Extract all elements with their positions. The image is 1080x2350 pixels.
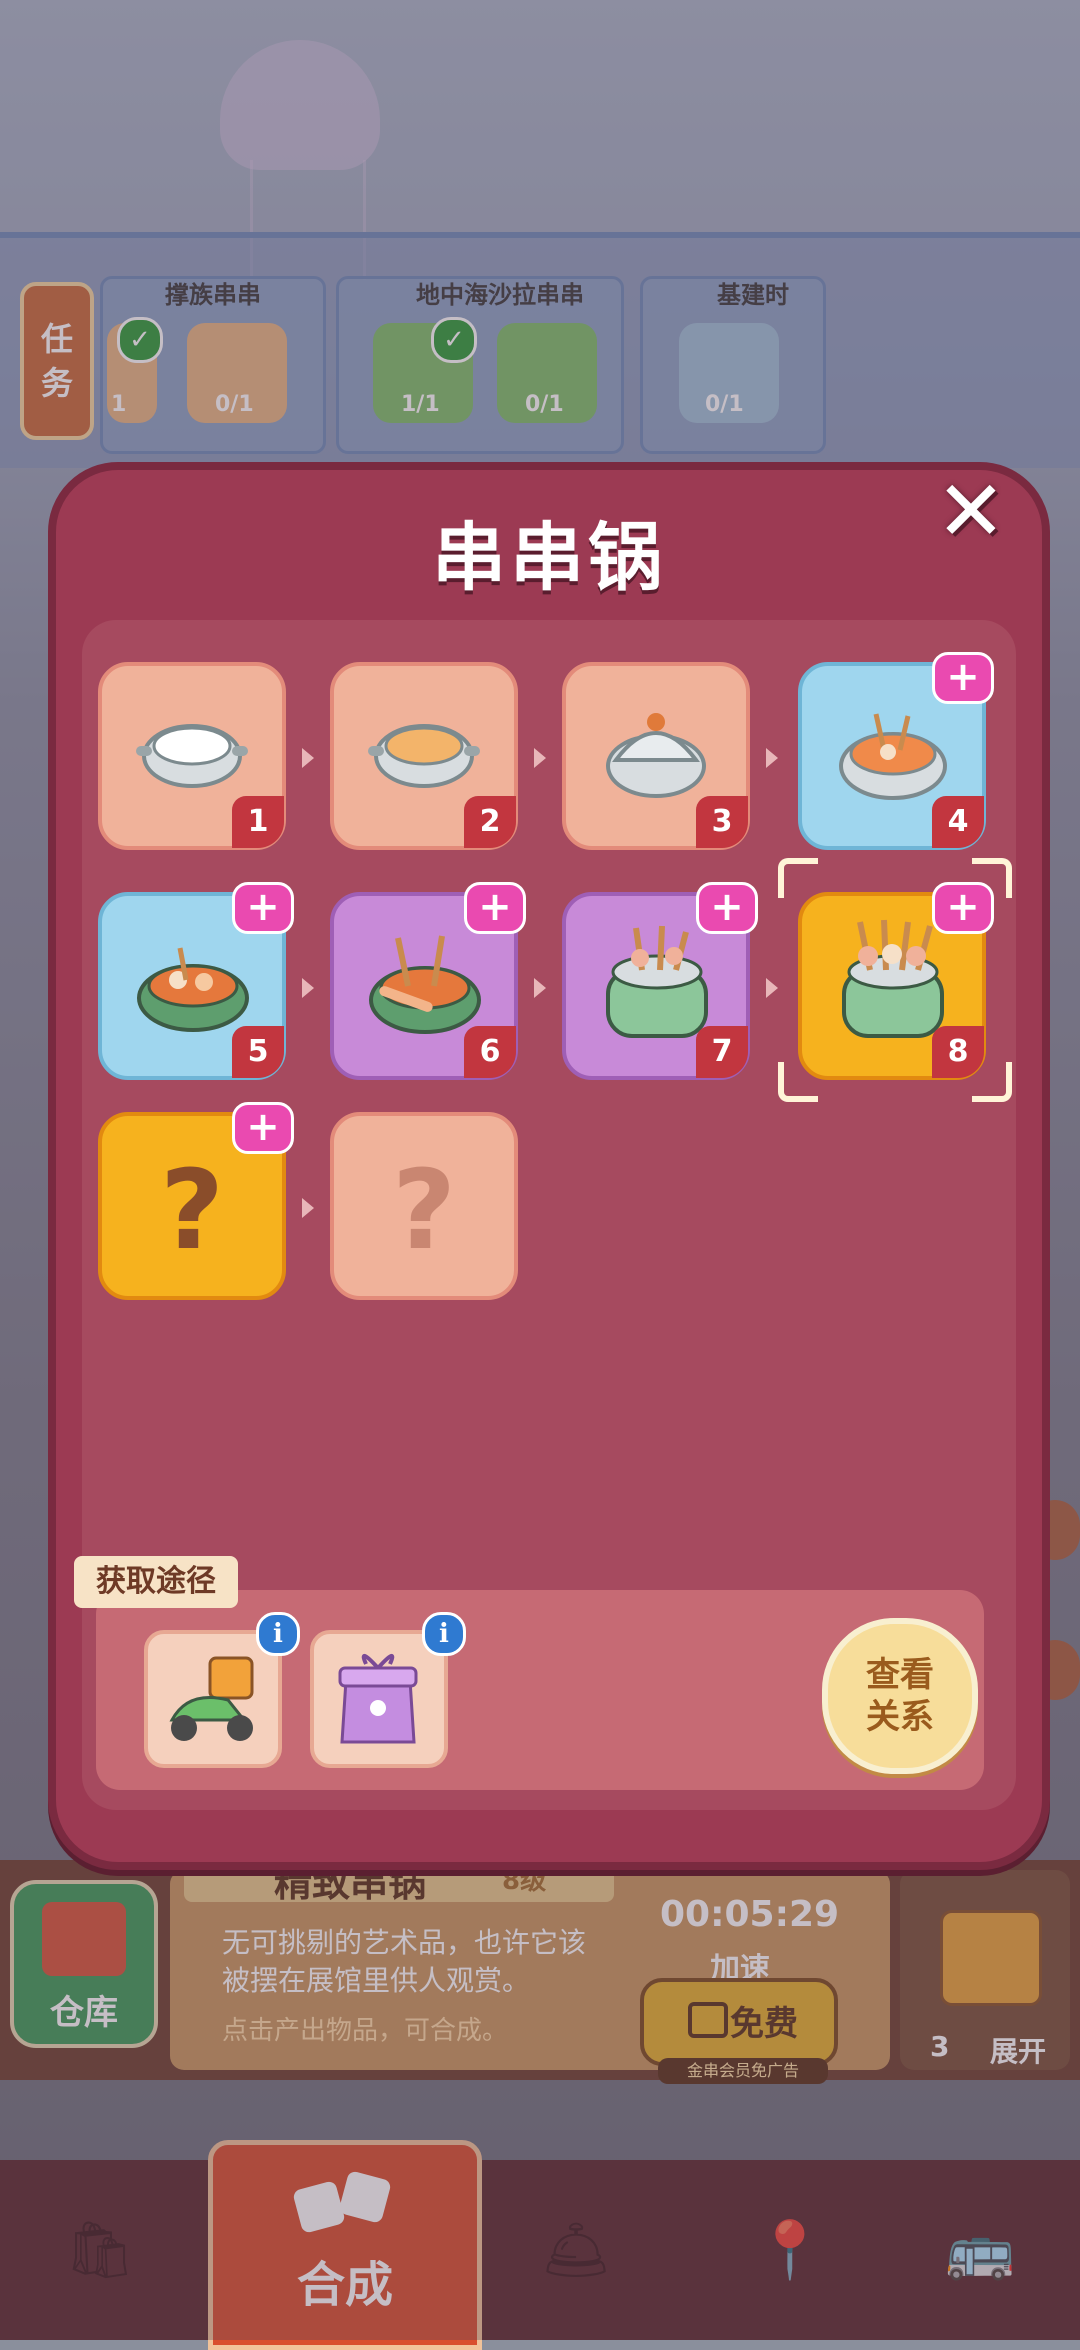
level-badge: 1 (232, 796, 284, 848)
chain-item-1[interactable]: 1 (98, 662, 286, 850)
empty-pot-icon (136, 724, 248, 788)
plus-badge: + (696, 882, 758, 934)
view-relation-label-1: 查看 (866, 1655, 934, 1695)
unknown-item-mark: ? (160, 1146, 224, 1274)
level-badge: 6 (464, 1026, 516, 1078)
chain-item-unknown[interactable]: ? + (98, 1102, 294, 1300)
chain-item-7[interactable]: 7 + (562, 882, 758, 1080)
selection-corner (972, 858, 1012, 898)
lidded-pot-icon (606, 713, 706, 798)
chain-arrow-icon (534, 748, 546, 768)
chain-arrow-icon (302, 748, 314, 768)
plus-badge: + (232, 1102, 294, 1154)
level-badge: 2 (464, 796, 516, 848)
chain-item-2[interactable]: 2 (330, 662, 518, 850)
selection-corner (778, 858, 818, 898)
chain-item-6[interactable]: 6 + (330, 882, 526, 1080)
level-badge: 5 (232, 1026, 284, 1078)
soup-pot-icon (368, 724, 480, 788)
view-relation-label-2: 关系 (866, 1697, 934, 1737)
chain-arrow-icon (302, 1198, 314, 1218)
info-icon[interactable]: i (422, 1612, 466, 1656)
info-icon[interactable]: i (256, 1612, 300, 1656)
level-badge: 3 (696, 796, 748, 848)
close-button[interactable]: ✕ (928, 462, 1014, 560)
delivery-scooter-icon (169, 1656, 254, 1741)
chain-item-4[interactable]: 4 + (798, 652, 994, 850)
chain-arrow-icon (302, 978, 314, 998)
chain-item-8-selected[interactable]: 8 + (798, 882, 994, 1080)
chain-item-5[interactable]: 5 + (98, 882, 294, 1080)
selection-corner (972, 1062, 1012, 1102)
chain-arrow-icon (766, 978, 778, 998)
skewer-pot-icon (137, 947, 249, 1032)
chain-arrow-icon (766, 748, 778, 768)
source-gift-box[interactable]: i (310, 1612, 466, 1768)
level-badge: 7 (696, 1026, 748, 1078)
selection-corner (778, 1062, 818, 1102)
view-relation-button[interactable]: 查看 关系 (822, 1618, 978, 1774)
source-delivery[interactable]: i (144, 1612, 300, 1768)
skewer-pot-icon (839, 713, 947, 800)
chain-arrow-icon (534, 978, 546, 998)
unknown-item-mark: ? (392, 1146, 456, 1274)
gift-box-icon (338, 1654, 418, 1744)
plus-badge: + (464, 882, 526, 934)
chain-item-3[interactable]: 3 (562, 662, 750, 850)
dialog-title: 串串锅 (432, 515, 666, 601)
chain-item-unknown[interactable]: ? (330, 1112, 518, 1300)
plus-badge: + (932, 652, 994, 704)
sources-label: 获取途径 (74, 1556, 238, 1608)
plus-badge: + (232, 882, 294, 934)
close-icon: ✕ (935, 462, 1007, 560)
level-badge: 4 (932, 796, 984, 848)
